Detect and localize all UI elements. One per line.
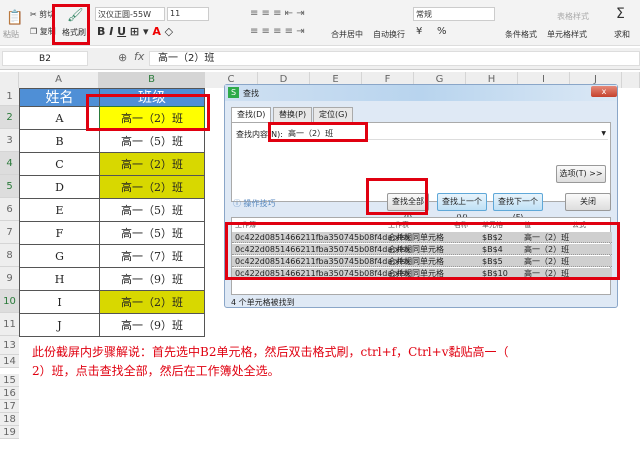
row-header[interactable]: 19 (0, 426, 19, 439)
row-header[interactable]: 9 (0, 267, 19, 290)
note-text: 此份截屏内步骤解说：首先选中B2单元格，然后双击格式刷，ctrl+f，Ctrl+… (32, 343, 508, 381)
merge-center-button[interactable]: 合并居中 (331, 29, 363, 40)
class-cell[interactable]: 高一（2）班 (99, 175, 205, 199)
name-cell[interactable]: F (19, 221, 100, 245)
align-icons[interactable]: ≡ ≡ ≡ ⇤ ⇥ (250, 8, 305, 19)
number-format-select[interactable]: 常规 (413, 7, 495, 21)
wrap-text-button[interactable]: 自动换行 (373, 29, 405, 40)
paste-button[interactable]: 粘贴 (3, 29, 19, 40)
row-header[interactable]: 6 (0, 198, 19, 221)
name-cell[interactable]: D (19, 175, 100, 199)
class-cell[interactable]: 高一（7）班 (99, 244, 205, 268)
row-header[interactable]: 15 (0, 374, 19, 387)
currency-button[interactable]: ¥ (416, 26, 422, 37)
row-header[interactable]: 10 (0, 290, 19, 313)
dropdown-arrow-icon[interactable]: ▼ (601, 127, 606, 140)
tab-replace[interactable]: 替换(P) (273, 107, 313, 122)
class-cell[interactable]: 高一（5）班 (99, 129, 205, 153)
row-header[interactable]: 2 (0, 106, 19, 129)
note-line-2: 2）班，点击查找全部，然后在工作簿处全选。 (32, 364, 280, 378)
row-header[interactable]: 8 (0, 244, 19, 267)
class-cell[interactable]: 高一（5）班 (99, 221, 205, 245)
paste-icon: 📋 (6, 10, 24, 26)
highlight-box-find-input (268, 122, 368, 142)
conditional-format-button[interactable]: 条件格式 (505, 29, 537, 40)
name-cell[interactable]: J (19, 313, 100, 337)
class-cell[interactable]: 高一（9）班 (99, 313, 205, 337)
name-cell[interactable]: B (19, 129, 100, 153)
ribbon: 📋 粘贴 ✂ 剪切 ❐ 复制 🖌 格式刷 汉仪正圆-55W 11 B I U ⊞… (0, 0, 640, 46)
class-cell[interactable]: 高一（2）班 (99, 290, 205, 314)
highlight-box (52, 4, 90, 45)
zoom-icon[interactable]: ⊕ (118, 51, 127, 64)
row-header[interactable]: 16 (0, 387, 19, 400)
highlight-box-results (225, 222, 620, 280)
col-header-k[interactable] (622, 72, 640, 88)
name-cell[interactable]: I (19, 290, 100, 314)
row-header[interactable]: 17 (0, 400, 19, 413)
name-cell[interactable]: C (19, 152, 100, 176)
dialog-titlebar: S 查找 x (225, 85, 617, 101)
tips-link[interactable]: ⓘ 操作技巧 (233, 198, 276, 209)
status-text: 4 个单元格被找到 (231, 298, 295, 307)
class-cell[interactable]: 高一（9）班 (99, 267, 205, 291)
class-cell[interactable]: 高一（5）班 (99, 198, 205, 222)
close-button[interactable]: 关闭 (565, 193, 611, 211)
font-size-select[interactable]: 11 (167, 7, 209, 21)
name-cell[interactable]: G (19, 244, 100, 268)
cell-style-button[interactable]: 单元格样式 (547, 29, 587, 40)
row-header[interactable]: 3 (0, 129, 19, 152)
options-button[interactable]: 选项(T) >> (556, 165, 606, 183)
fx-button[interactable]: fx (134, 50, 144, 63)
wps-logo-icon: S (228, 87, 239, 98)
highlight-box-b2 (86, 94, 210, 131)
percent-button[interactable]: % (437, 26, 447, 37)
formula-bar: B2 ⊕ fx 高一（2）班 (0, 48, 640, 70)
name-cell[interactable]: E (19, 198, 100, 222)
find-previous-button[interactable]: 查找上一个(V) (437, 193, 487, 222)
class-cell[interactable]: 高一（2）班 (99, 152, 205, 176)
close-icon[interactable]: x (591, 86, 617, 97)
tab-find[interactable]: 查找(D) (231, 107, 272, 123)
sum-button[interactable]: 求和 (614, 29, 630, 40)
row-header[interactable]: 4 (0, 152, 19, 175)
align-icons-2[interactable]: ≡ ≡ ≡ ≡ ⇥ (250, 26, 305, 37)
find-next-button[interactable]: 查找下一个(F) (493, 193, 543, 222)
bold-button[interactable]: B I U ⊞ ▾ A ◇ (97, 25, 173, 38)
row-header[interactable]: 14 (0, 355, 19, 368)
row-header[interactable]: 18 (0, 413, 19, 426)
font-name-select[interactable]: 汉仪正圆-55W (95, 7, 165, 21)
row-header[interactable]: 1 (0, 88, 19, 106)
row-header[interactable]: 11 (0, 313, 19, 336)
highlight-box-find-all (366, 178, 428, 215)
tab-goto[interactable]: 定位(G) (313, 107, 354, 122)
col-header-a[interactable]: A (19, 72, 99, 88)
col-header-b[interactable]: B (99, 72, 205, 88)
sum-icon: Σ (616, 6, 625, 22)
row-header[interactable]: 7 (0, 221, 19, 244)
row-header[interactable]: 5 (0, 175, 19, 198)
name-box[interactable]: B2 (2, 51, 88, 66)
tips-label: 操作技巧 (243, 199, 276, 208)
row-header[interactable]: 13 (0, 336, 19, 355)
note-line-1: 此份截屏内步骤解说：首先选中B2单元格，然后双击格式刷，ctrl+f，Ctrl+… (32, 345, 509, 359)
select-all[interactable] (0, 72, 19, 88)
name-cell[interactable]: H (19, 267, 100, 291)
table-style-button[interactable]: 表格样式 (557, 11, 589, 22)
formula-input[interactable]: 高一（2）班 (149, 51, 640, 66)
dialog-title: 查找 (243, 89, 259, 98)
